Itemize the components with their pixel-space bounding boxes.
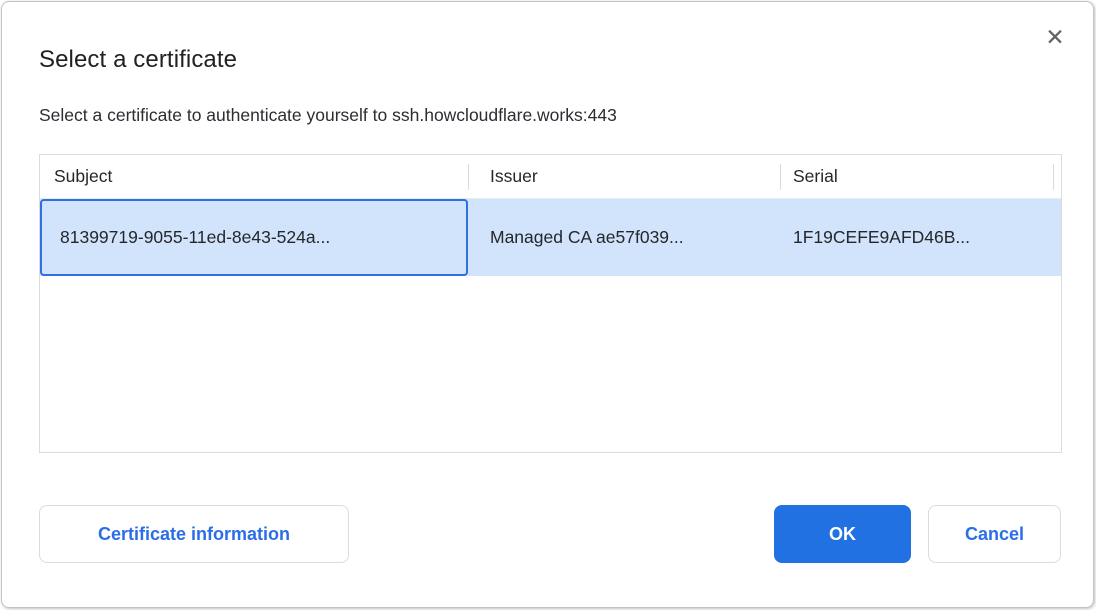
certificate-information-button[interactable]: Certificate information: [39, 505, 349, 563]
dialog-title: Select a certificate: [39, 46, 237, 74]
dialog-subtitle: Select a certificate to authenticate you…: [39, 105, 617, 126]
cell-serial[interactable]: 1F19CEFE9AFD46B...: [780, 199, 1053, 276]
cell-issuer[interactable]: Managed CA ae57f039...: [468, 199, 780, 276]
column-header-subject: Subject: [40, 155, 468, 198]
ok-button[interactable]: OK: [774, 505, 911, 563]
certificate-row-selected[interactable]: 81399719-9055-11ed-8e43-524a... Managed …: [40, 199, 1061, 276]
cancel-button[interactable]: Cancel: [928, 505, 1061, 563]
column-header-serial: Serial: [780, 155, 1053, 198]
cell-subject[interactable]: 81399719-9055-11ed-8e43-524a...: [40, 199, 468, 276]
column-divider: [1053, 155, 1061, 198]
table-header-row: Subject Issuer Serial: [40, 155, 1061, 199]
column-header-issuer: Issuer: [468, 155, 780, 198]
close-button[interactable]: ✕: [1039, 22, 1071, 54]
certificate-table: Subject Issuer Serial 81399719-9055-11ed…: [39, 154, 1062, 453]
certificate-select-dialog: ✕ Select a certificate Select a certific…: [1, 1, 1094, 608]
close-icon: ✕: [1045, 25, 1064, 51]
